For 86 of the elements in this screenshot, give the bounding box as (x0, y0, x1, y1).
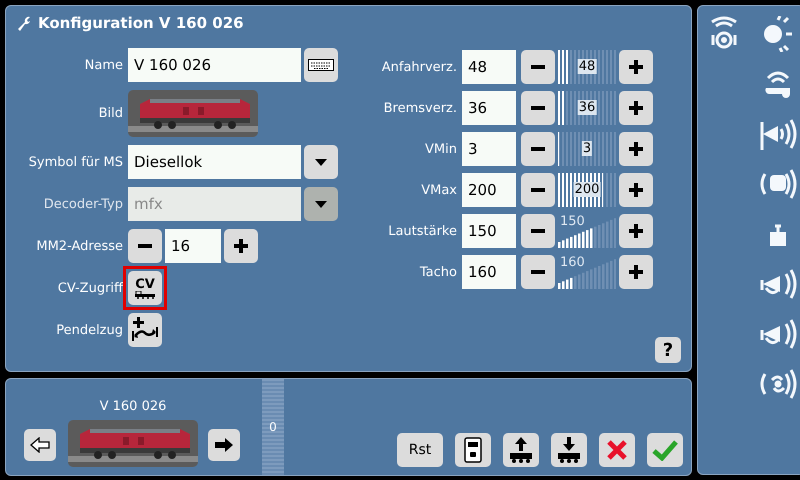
caret-icon (315, 158, 327, 166)
plus-icon (234, 239, 248, 253)
locomotive-name: V 160 026 (100, 399, 166, 414)
value-field[interactable]: 160 (462, 255, 516, 289)
minus-button[interactable] (521, 255, 555, 289)
right-arrow-icon (214, 437, 234, 453)
dropdown-button[interactable] (304, 145, 338, 179)
level-slider[interactable]: 3 (558, 132, 616, 166)
minus-button[interactable] (521, 132, 555, 166)
level-slider[interactable]: 150 (558, 214, 616, 248)
checkmark-icon (652, 439, 678, 461)
setting-label: VMax (420, 182, 457, 198)
field-label: Symbol für MS (28, 154, 123, 170)
keyboard-icon (308, 59, 334, 71)
value-field[interactable]: 3 (462, 132, 516, 166)
plus-button[interactable] (619, 91, 653, 125)
setting-label: Tacho (418, 264, 457, 280)
level-slider[interactable]: 160 (558, 255, 616, 289)
keyboard-button[interactable] (304, 48, 338, 82)
address-field[interactable]: 16 (165, 229, 221, 263)
value-field[interactable]: 36 (462, 91, 516, 125)
download-locomotive-icon (557, 437, 581, 463)
field-label: Pendelzug (55, 322, 123, 338)
decoder-button[interactable] (455, 433, 491, 467)
minus-icon (531, 106, 545, 110)
plus-icon (629, 101, 643, 115)
help-button[interactable]: ? (655, 337, 681, 363)
next-button[interactable] (208, 429, 240, 461)
plus-button[interactable] (619, 50, 653, 84)
minus-icon (531, 147, 545, 151)
value-field[interactable]: 150 (462, 214, 516, 248)
plus-icon (629, 183, 643, 197)
plus-icon (629, 224, 643, 238)
level-slider[interactable]: 200 (558, 173, 616, 207)
left-arrow-icon (30, 437, 50, 453)
close-icon (606, 439, 628, 461)
minus-button[interactable] (521, 91, 555, 125)
decoder-icon (464, 437, 482, 463)
minus-button[interactable] (521, 214, 555, 248)
locomotive-icon (135, 290, 155, 298)
cv-button[interactable]: CV (128, 271, 162, 305)
cancel-button[interactable] (599, 433, 635, 467)
level-slider[interactable]: 36 (558, 91, 616, 125)
shuttle-icon (131, 317, 159, 343)
minus-button[interactable] (128, 229, 162, 263)
plus-button[interactable] (619, 173, 653, 207)
minus-icon (531, 188, 545, 192)
minus-button[interactable] (521, 50, 555, 84)
shuttle-button[interactable] (128, 313, 162, 347)
plus-button[interactable] (224, 229, 258, 263)
window-title: Konfiguration V 160 026 (38, 14, 244, 32)
upload-locomotive-icon (509, 437, 533, 463)
field-label: CV-Zugriff (56, 280, 123, 296)
plus-icon (629, 60, 643, 74)
field-label: Bild (98, 106, 123, 121)
setting-label: VMin (424, 142, 457, 156)
minus-icon (531, 270, 545, 274)
wrench-icon (16, 15, 32, 31)
plus-button[interactable] (619, 214, 653, 248)
minus-button[interactable] (521, 173, 555, 207)
setting-label: Bremsverz. (382, 100, 457, 116)
select-field: mfx (128, 187, 301, 221)
minus-icon (138, 244, 152, 248)
minus-icon (531, 229, 545, 233)
previous-button[interactable] (24, 429, 56, 461)
select-field[interactable]: Diesellok (128, 145, 301, 179)
upload-button[interactable] (503, 433, 539, 467)
setting-label: Lautstärke (387, 224, 457, 238)
field-label: Name (84, 58, 123, 72)
download-button[interactable] (551, 433, 587, 467)
minus-icon (531, 65, 545, 69)
value-field[interactable]: 48 (462, 50, 516, 84)
level-slider[interactable]: 48 (558, 50, 616, 84)
setting-label: Anfahrverz. (380, 60, 457, 74)
plus-button[interactable] (619, 255, 653, 289)
dropdown-button[interactable] (304, 187, 338, 221)
name-field[interactable]: V 160 026 (128, 48, 301, 82)
plus-button[interactable] (619, 132, 653, 166)
value-field[interactable]: 200 (462, 173, 516, 207)
plus-icon (629, 142, 643, 156)
caret-icon (315, 200, 327, 208)
plus-icon (629, 265, 643, 279)
field-label: MM2-Adresse (35, 238, 123, 254)
speed-slider[interactable]: 0 (262, 379, 284, 475)
reset-button[interactable]: Rst (397, 433, 443, 467)
field-label: Decoder-Typ (42, 196, 123, 212)
